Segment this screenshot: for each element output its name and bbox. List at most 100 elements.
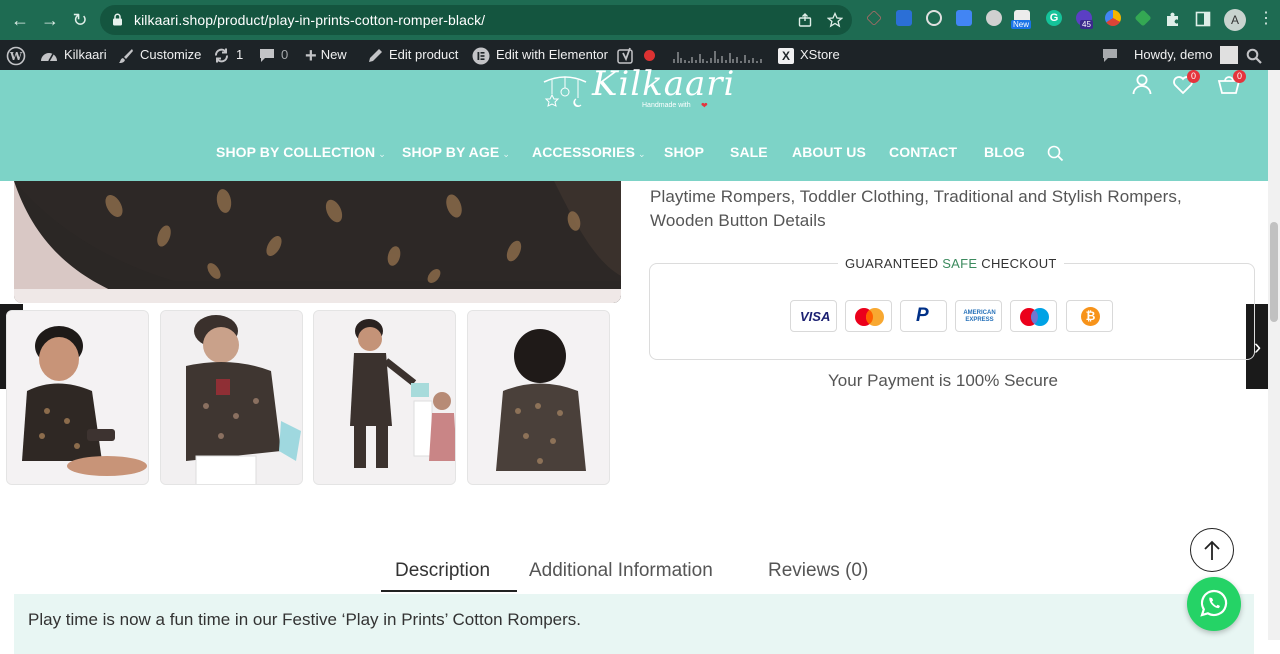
grammarly-icon[interactable]: G <box>1046 10 1062 26</box>
menu-item-label: ACCESSORIES <box>532 144 636 160</box>
scrollbar-thumb[interactable] <box>1270 222 1278 322</box>
logo-tagline: Handmade with <box>642 102 691 109</box>
admin-notifications-icon[interactable] <box>1102 40 1124 70</box>
admin-comments-link[interactable]: 0 <box>259 40 288 70</box>
admin-howdy-label: Howdy, demo <box>1134 47 1213 62</box>
menu-item-shop-by-age[interactable]: SHOP BY AGE ⌄ <box>402 144 510 160</box>
maestro-icon <box>1010 300 1057 332</box>
tab-reviews[interactable]: Reviews (0) <box>768 560 868 582</box>
dashboard-icon <box>41 52 57 61</box>
gallery-thumbnail[interactable] <box>467 310 610 485</box>
gallery-thumbnail[interactable] <box>313 310 456 485</box>
profile-avatar[interactable]: A <box>1224 9 1246 31</box>
menu-item-blog[interactable]: BLOG <box>984 144 1025 160</box>
admin-edit-product-link[interactable]: Edit product <box>368 40 458 70</box>
page-scrollbar[interactable] <box>1268 70 1280 640</box>
admin-edit-product-label: Edit product <box>389 47 459 62</box>
extension-translate-icon[interactable] <box>956 10 972 26</box>
admin-search-icon[interactable] <box>1246 40 1268 70</box>
menu-item-about-us[interactable]: ABOUT US <box>792 144 866 160</box>
chevron-down-icon: ⌄ <box>502 149 510 159</box>
product-main-image[interactable] <box>14 181 621 303</box>
admin-xstore-label: XStore <box>800 47 840 62</box>
query-monitor-graph-icon[interactable] <box>672 48 764 64</box>
chevron-down-icon: ⌄ <box>378 149 386 159</box>
side-panel-icon[interactable] <box>1195 11 1211 27</box>
extension-triangle-icon[interactable] <box>866 10 882 26</box>
bitcoin-icon: ₿ <box>1066 300 1113 332</box>
site-header: Kilkaari Handmade with ❤ 0 0 SHOP BY COL… <box>0 64 1280 181</box>
scroll-to-top-button[interactable] <box>1190 528 1234 572</box>
admin-updates-count: 1 <box>236 47 244 62</box>
admin-elementor-link[interactable]: Edit with Elementor <box>472 40 608 70</box>
forward-icon[interactable]: → <box>38 8 62 32</box>
thumbnail-photo-playing-child <box>161 311 302 484</box>
mastercard-icon <box>845 300 892 332</box>
bookmark-star-icon[interactable] <box>827 12 843 28</box>
paypal-icon: P <box>900 300 947 332</box>
admin-xstore-link[interactable]: X XStore <box>778 40 840 70</box>
extension-new-icon[interactable]: New <box>1011 10 1032 29</box>
admin-customize-link[interactable]: Customize <box>118 40 201 70</box>
menu-item-shop[interactable]: SHOP <box>664 144 704 160</box>
account-icon[interactable] <box>1131 73 1153 95</box>
address-bar[interactable]: kilkaari.shop/product/play-in-prints-cot… <box>100 5 852 35</box>
extension-camera-icon[interactable] <box>986 10 1002 26</box>
admin-account-link[interactable]: Howdy, demo <box>1134 40 1239 70</box>
menu-item-shop-by-collection[interactable]: SHOP BY COLLECTION ⌄ <box>216 144 386 160</box>
lock-icon <box>113 13 122 26</box>
browser-toolbar: ← → ↻ kilkaari.shop/product/play-in-prin… <box>0 0 1280 40</box>
extension-counter-icon[interactable]: 45 <box>1076 10 1093 29</box>
back-icon[interactable]: ← <box>8 8 32 32</box>
browser-menu-icon[interactable]: ⋮ <box>1258 10 1274 28</box>
admin-avatar <box>1220 45 1239 64</box>
menu-item-label: SHOP BY AGE <box>402 144 500 160</box>
secure-payment-text: Your Payment is 100% Secure <box>828 371 1058 390</box>
extension-globe-icon[interactable] <box>926 10 942 26</box>
extensions-puzzle-icon[interactable] <box>1165 11 1181 27</box>
tab-description[interactable]: Description <box>395 560 490 582</box>
american-express-icon: AMERICAN EXPRESS <box>955 300 1002 332</box>
admin-updates-link[interactable]: 1 <box>213 40 243 70</box>
product-tags-line-2: Wooden Button Details <box>650 211 826 230</box>
plus-icon: + <box>305 44 317 67</box>
thumbnail-photo-standing-child <box>314 311 455 484</box>
svg-text:W: W <box>9 50 23 63</box>
menu-item-accessories[interactable]: ACCESSORIES ⌄ <box>532 144 646 160</box>
elementor-icon <box>472 47 490 65</box>
menu-item-label: SHOP BY COLLECTION <box>216 144 376 160</box>
visa-card-icon: VISA <box>790 300 837 332</box>
paypal-label: P <box>916 305 929 326</box>
thumbnail-photo-back-view <box>468 311 609 484</box>
checkout-title-part: CHECKOUT <box>977 256 1057 271</box>
extension-colorwheel-icon[interactable] <box>1105 10 1121 26</box>
bitcoin-label: ₿ <box>1081 307 1100 326</box>
gallery-thumbnail[interactable] <box>6 310 149 485</box>
thumbnail-photo-sitting-child <box>7 311 148 484</box>
arrow-up-icon <box>1204 540 1220 560</box>
safe-checkout-title: GUARANTEED SAFE CHECKOUT <box>838 256 1064 271</box>
search-icon[interactable] <box>1047 145 1064 162</box>
admin-comments-count: 0 <box>281 47 289 62</box>
updates-icon <box>215 48 228 63</box>
admin-site-link[interactable]: Kilkaari <box>40 40 107 70</box>
tab-additional-information[interactable]: Additional Information <box>529 560 713 582</box>
wordpress-logo-icon[interactable]: W <box>6 40 32 70</box>
whatsapp-icon <box>1200 589 1228 617</box>
gallery-thumbnail[interactable] <box>160 310 303 485</box>
new-badge: New <box>1011 20 1032 29</box>
romper-fabric-image <box>14 181 621 303</box>
active-tab-underline <box>381 590 517 592</box>
menu-item-contact[interactable]: CONTACT <box>889 144 957 160</box>
extension-diamond-icon[interactable] <box>1134 9 1152 27</box>
xstore-icon: X <box>778 47 794 64</box>
pencil-icon <box>369 49 382 63</box>
whatsapp-chat-button[interactable] <box>1187 577 1241 631</box>
product-tags-line-1: Playtime Rompers, Toddler Clothing, Trad… <box>650 187 1182 206</box>
site-logo[interactable]: Kilkaari Handmade with ❤ <box>540 64 734 114</box>
admin-new-link[interactable]: + New <box>305 40 347 70</box>
menu-item-sale[interactable]: SALE <box>730 144 768 160</box>
reload-icon[interactable]: ↻ <box>68 8 92 32</box>
share-icon[interactable] <box>798 13 812 27</box>
extension-doc-icon[interactable] <box>896 10 912 26</box>
